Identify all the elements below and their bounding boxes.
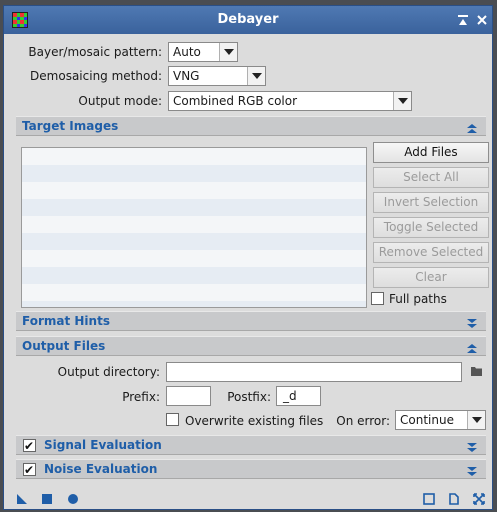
signal-evaluation-header[interactable]: Signal Evaluation [16,435,486,456]
chevron-down-icon [219,43,237,61]
demosaic-method-label: Demosaicing method: [30,69,162,83]
expand-icon[interactable] [466,464,478,476]
signal-evaluation-title: Signal Evaluation [44,438,162,452]
overwrite-checkbox[interactable] [166,413,179,426]
remove-selected-button[interactable]: Remove Selected [373,242,489,263]
on-error-label: On error: [336,414,390,428]
signal-evaluation-checkbox[interactable] [23,437,36,456]
prefix-field[interactable] [166,386,211,406]
debayer-window: Debayer Bayer/mosaic pattern: Auto Demos… [3,5,493,510]
on-error-value: Continue [400,413,454,427]
postfix-label: Postfix: [227,390,271,404]
output-files-title: Output Files [22,339,106,353]
on-error-select[interactable]: Continue [395,410,486,430]
full-paths-label: Full paths [389,292,447,306]
bayer-pattern-select[interactable]: Auto [168,42,238,62]
output-mode-value: Combined RGB color [173,94,298,108]
noise-evaluation-header[interactable]: Noise Evaluation [16,459,486,480]
noise-evaluation-checkbox[interactable] [23,461,36,480]
output-mode-label: Output mode: [78,94,162,108]
close-icon[interactable] [475,13,489,27]
collapse-icon[interactable] [466,121,478,133]
output-files-header[interactable]: Output Files [16,336,486,356]
expand-icon[interactable] [466,440,478,452]
expand-icon[interactable] [466,316,478,328]
postfix-field[interactable]: _d [276,386,321,406]
window-title: Debayer [217,12,279,27]
title-bar[interactable]: Debayer [4,6,492,34]
folder-icon[interactable] [470,365,484,377]
output-directory-field[interactable] [166,362,462,382]
invert-selection-button[interactable]: Invert Selection [373,192,489,213]
documentation-icon[interactable] [448,493,460,505]
new-instance-icon[interactable] [16,493,28,505]
preview-icon[interactable] [423,493,435,505]
shade-icon[interactable] [456,13,470,27]
add-files-button[interactable]: Add Files [373,142,489,163]
chevron-down-icon [467,411,485,429]
overwrite-label: Overwrite existing files [185,414,324,428]
chevron-down-icon [247,67,265,85]
clear-button[interactable]: Clear [373,267,489,288]
target-images-title: Target Images [22,119,119,133]
toggle-selected-button[interactable]: Toggle Selected [373,217,489,238]
output-directory-label: Output directory: [57,365,160,379]
prefix-label: Prefix: [122,390,160,404]
demosaic-method-value: VNG [173,69,200,83]
chevron-down-icon [393,92,411,110]
bayer-pattern-label: Bayer/mosaic pattern: [28,45,162,59]
full-paths-checkbox[interactable] [371,292,384,305]
collapse-icon[interactable] [466,341,478,353]
format-hints-title: Format Hints [22,314,110,328]
apply-icon[interactable] [67,493,79,505]
noise-evaluation-title: Noise Evaluation [44,462,158,476]
output-mode-select[interactable]: Combined RGB color [168,91,412,111]
reset-icon[interactable] [473,493,485,505]
apply-global-icon[interactable] [41,493,53,505]
target-images-header[interactable]: Target Images [16,116,486,136]
target-images-list[interactable] [21,147,367,308]
format-hints-header[interactable]: Format Hints [16,311,486,331]
demosaic-method-select[interactable]: VNG [168,66,266,86]
bayer-pattern-value: Auto [173,45,201,59]
select-all-button[interactable]: Select All [373,167,489,188]
